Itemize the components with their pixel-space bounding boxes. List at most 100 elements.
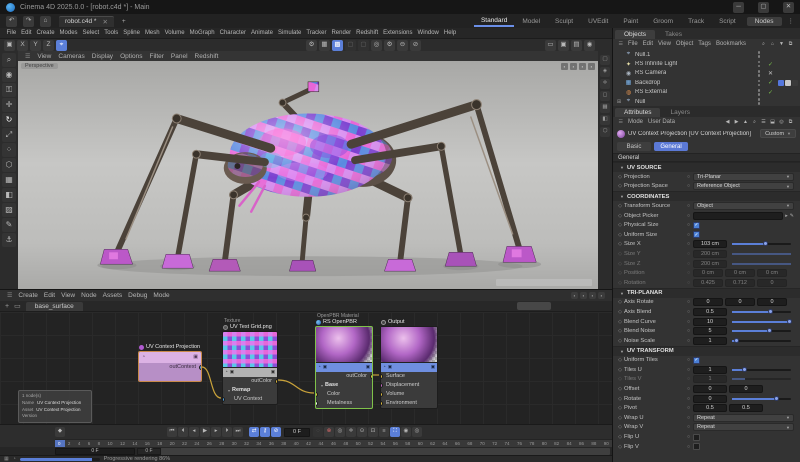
viewport-maximize-icon[interactable]: ▪ [588, 63, 595, 70]
axis-lock-icon[interactable]: ⊖ [397, 39, 408, 51]
menu-tools[interactable]: Tools [102, 30, 121, 36]
key-parameter-toggle[interactable]: ≡ [379, 427, 389, 437]
prev-frame-button[interactable]: ◂ [189, 427, 199, 437]
key-pla-toggle[interactable]: ⛶ [390, 427, 400, 437]
attributes-menu-mode[interactable]: Mode [625, 119, 645, 125]
value-field[interactable]: 0.5 [729, 404, 763, 413]
current-frame-field[interactable]: 0 F [284, 427, 310, 437]
redshift-render-button[interactable]: ◉ [584, 39, 595, 51]
value-field[interactable]: 1 [693, 375, 727, 384]
menu-window[interactable]: Window [415, 30, 441, 36]
viewport-float-icon[interactable]: ▪ [570, 63, 577, 70]
menu-select[interactable]: Select [80, 30, 102, 36]
viewport-menu-cameras[interactable]: Cameras [55, 53, 87, 60]
key-position-toggle[interactable]: ✛ [346, 427, 356, 437]
slider-track[interactable] [732, 262, 791, 265]
solo-icon[interactable]: ▣ [431, 365, 435, 370]
surface-port[interactable] [381, 374, 383, 379]
next-key-button[interactable]: ⏵ [222, 427, 232, 437]
layout-tab-standard[interactable]: Standard [473, 16, 515, 27]
node-menu-edit[interactable]: Edit [41, 292, 58, 299]
panel-icon[interactable]: ⧉ [787, 118, 795, 126]
preview-toggle-icon[interactable]: ◔ [383, 365, 386, 370]
objects-menu-icon[interactable]: ☰ [616, 41, 625, 47]
tab-takes[interactable]: Takes [656, 30, 691, 39]
modeling-settings-icon[interactable]: ⚙ [306, 39, 317, 51]
volume-port[interactable] [381, 392, 383, 397]
attribute-tab-basic[interactable]: Basic [617, 142, 651, 151]
objects-menu-file[interactable]: File [625, 41, 640, 47]
filter-icon[interactable]: ▼ [778, 40, 786, 48]
workplane-icon[interactable]: ▣ [4, 39, 15, 51]
key-scale-toggle[interactable]: ⊡ [368, 427, 378, 437]
value-field[interactable]: 103 cm [693, 240, 727, 249]
group-header-coordinates[interactable]: ▼ COORDINATES [613, 191, 800, 202]
viewport-menu-filter[interactable]: Filter [146, 53, 166, 60]
range-start-field[interactable]: 0 F [55, 447, 135, 455]
node-editor-menu-icon[interactable]: ☰ [4, 292, 15, 299]
lock-z-toggle[interactable]: Z [43, 39, 54, 51]
view-icon[interactable]: ▣ [323, 365, 327, 370]
attributes-menu-user-data[interactable]: User Data [646, 119, 678, 125]
prev-key-button[interactable]: ⏴ [178, 427, 188, 437]
key-rotation-toggle[interactable]: ⊙ [357, 427, 367, 437]
slider-knob[interactable] [763, 241, 769, 247]
forward-icon[interactable]: ▶ [733, 118, 741, 126]
menu-spline[interactable]: Spline [121, 30, 143, 36]
range-handle-label[interactable]: 0 F [137, 447, 161, 455]
expand-icon[interactable]: ⊞ [616, 99, 622, 105]
lock-icon[interactable]: ⬓ [769, 118, 777, 126]
value-field[interactable]: 1 [693, 365, 727, 374]
view-icon[interactable]: ▣ [230, 370, 234, 375]
view-shade-icon[interactable]: ◧ [600, 115, 610, 125]
dropdown-projection[interactable]: Tri-Planar ▼ [693, 172, 794, 181]
node-menu-view[interactable]: View [58, 292, 78, 299]
disabled-cross-icon[interactable]: ✕ [766, 70, 775, 77]
menu-mograph[interactable]: MoGraph [187, 30, 217, 36]
node-menu-node[interactable]: Node [78, 292, 100, 299]
viewport-menu-redshift[interactable]: Redshift [192, 53, 222, 60]
lock-y-toggle[interactable]: Y [30, 39, 41, 51]
edges-mode-button[interactable]: ⬡ [2, 158, 16, 172]
enabled-check-icon[interactable]: ✓ [766, 89, 775, 96]
lock-x-toggle[interactable]: X [17, 39, 28, 51]
color-port[interactable] [316, 392, 318, 397]
magnet-tool-icon[interactable]: ◎ [371, 39, 382, 51]
slider-track[interactable] [732, 252, 791, 255]
visibility-dots[interactable] [757, 60, 760, 68]
value-field[interactable]: 0.5 [693, 404, 727, 413]
add-tab-button[interactable]: + [122, 18, 126, 25]
lock-tool[interactable]: ⚿ [2, 83, 16, 97]
view-layout-icon[interactable]: ▢ [600, 55, 610, 65]
dropdown-wrap-v[interactable]: Repeat ▼ [693, 423, 794, 432]
viewport-menu-icon[interactable]: ☰ [22, 53, 33, 60]
objects-menu-edit[interactable]: Edit [640, 41, 655, 47]
slider-knob[interactable] [734, 337, 740, 343]
view-grid-icon[interactable]: ▦ [600, 103, 610, 113]
slider-knob[interactable] [773, 395, 779, 401]
dropdown-wrap-u[interactable]: Repeat ▼ [693, 413, 794, 422]
value-field[interactable]: 200 cm [693, 249, 727, 258]
snap-option-a-icon[interactable]: ▢ [345, 39, 356, 51]
model-mode-button[interactable]: ◧ [2, 188, 16, 202]
slider-knob[interactable] [766, 328, 772, 334]
node-canvas[interactable]: UV Context Projection ◔ ▣ outContext Tex… [0, 312, 612, 424]
viewport-pin-icon[interactable]: ▪ [561, 63, 568, 70]
slider-track[interactable] [732, 378, 791, 381]
menu-tracker[interactable]: Tracker [304, 30, 329, 36]
home-icon[interactable]: ⌂ [769, 40, 777, 48]
node-texture[interactable]: Texture UV Test Grid.png ◔ ▣ ▣ outColor ▾ R… [222, 318, 278, 405]
view-wire-icon[interactable]: ⬡ [600, 127, 610, 137]
quantize-toggle[interactable]: ▩ [332, 39, 343, 51]
uv-context-port[interactable] [223, 397, 225, 402]
minimize-button[interactable]: ─ [733, 1, 744, 13]
value-field[interactable]: 0 [693, 298, 723, 307]
ne-float-icon[interactable]: ▪ [580, 292, 587, 299]
timeline-ruler[interactable]: 0 2 4 6 8 10 12 14 16 18 20 22 24 26 28 30 32 34 36 38 40 42 4… [55, 439, 612, 447]
ne-dock-icon[interactable]: ▪ [571, 292, 578, 299]
solo-icon[interactable]: ▣ [366, 365, 370, 370]
node-menu-create[interactable]: Create [15, 292, 41, 299]
dropdown-transform-source[interactable]: Object ▼ [693, 201, 794, 210]
objects-menu-tags[interactable]: Tags [696, 41, 714, 47]
record-button[interactable]: ◌ [313, 427, 323, 437]
